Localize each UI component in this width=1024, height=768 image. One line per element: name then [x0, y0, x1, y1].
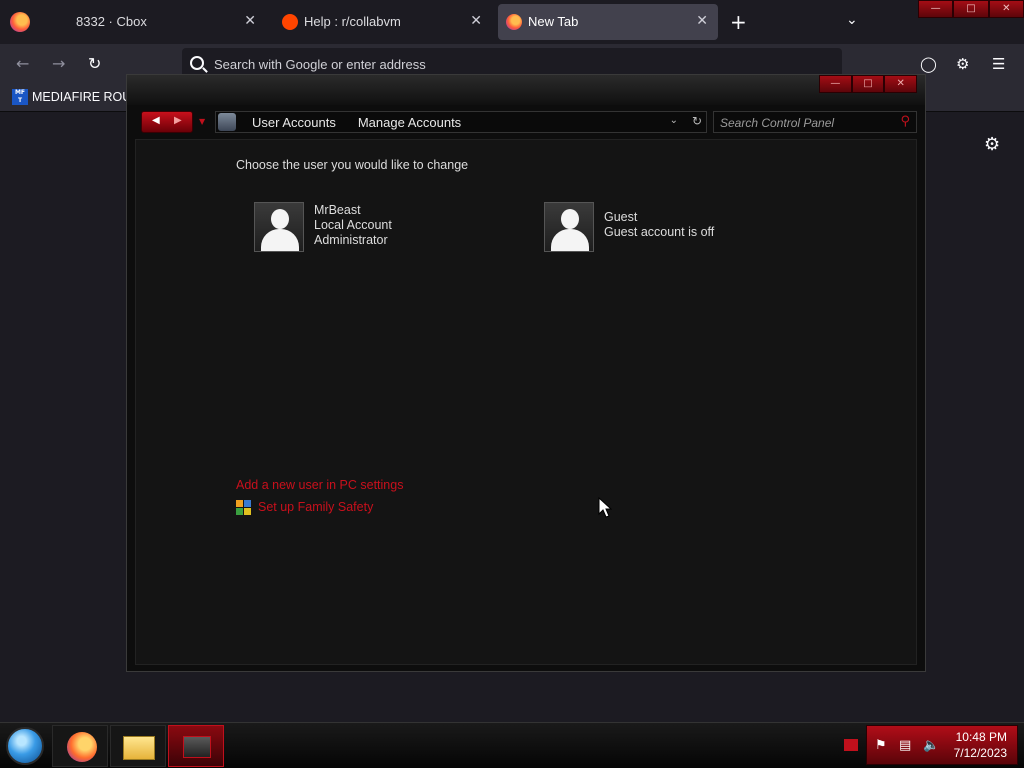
refresh-icon[interactable]: ↻	[692, 114, 702, 128]
account-tile-mrbeast[interactable]: MrBeast Local Account Administrator	[254, 202, 392, 252]
volume-icon[interactable]: 🔈	[923, 738, 939, 753]
account-tile-guest[interactable]: Guest Guest account is off	[544, 202, 714, 252]
user-accounts-icon	[218, 113, 236, 131]
maximize-button[interactable]: □	[851, 75, 885, 93]
tab-label: 8332 · Cbox	[76, 14, 147, 29]
back-forward-buttons: ◀ ▶	[141, 111, 193, 133]
chevron-down-icon[interactable]: ⌄	[670, 115, 678, 126]
close-icon[interactable]: ✕	[696, 13, 708, 29]
family-safety-icon	[236, 500, 252, 516]
extensions-icon[interactable]: ⚙	[956, 55, 969, 73]
firefox-menu-icon[interactable]	[10, 12, 30, 32]
window-titlebar[interactable]: — □ ✕	[127, 75, 925, 105]
tab-label: Help : r/collabvm	[304, 14, 401, 29]
window-controls: — □ ✕	[819, 75, 918, 93]
new-tab-button[interactable]: +	[730, 10, 747, 34]
system-tray: ⚑ ▤ 🔈 10:48 PM 7/12/2023	[866, 725, 1018, 765]
account-details: Guest Guest account is off	[604, 210, 714, 252]
forward-arrow-icon[interactable]: →	[52, 54, 65, 73]
breadcrumb-user-accounts[interactable]: User Accounts	[252, 115, 336, 130]
firefox-icon	[506, 14, 522, 30]
back-arrow-icon[interactable]: ◀	[152, 115, 160, 126]
reload-icon[interactable]: ↻	[88, 54, 101, 73]
control-panel-window: — □ ✕ ◀ ▶ ▼ User Accounts Manage Account…	[126, 74, 926, 672]
network-icon[interactable]: ▤	[899, 738, 911, 753]
taskbar-control-panel[interactable]	[168, 725, 224, 767]
account-name: Guest	[604, 210, 638, 224]
clock-date: 7/12/2023	[953, 746, 1007, 760]
close-icon[interactable]: ✕	[470, 13, 482, 29]
taskbar: ⚑ ▤ 🔈 10:48 PM 7/12/2023	[0, 722, 1024, 768]
breadcrumb[interactable]: User Accounts Manage Accounts ⌄ ↻	[215, 111, 707, 133]
account-type: Local Account	[314, 218, 392, 232]
account-status: Guest account is off	[604, 225, 715, 239]
back-arrow-icon[interactable]: ←	[16, 54, 29, 73]
tab-label: New Tab	[528, 14, 579, 29]
mouse-cursor-icon	[598, 497, 612, 518]
notification-icon[interactable]	[844, 739, 858, 751]
search-input[interactable]	[720, 115, 890, 131]
minimize-button[interactable]: —	[819, 75, 852, 93]
firefox-icon	[67, 732, 97, 762]
page-heading: Choose the user you would like to change	[236, 158, 469, 172]
pocket-icon[interactable]: ◯	[920, 55, 937, 73]
control-panel-icon	[183, 736, 211, 758]
gear-icon[interactable]: ⚙	[984, 134, 1000, 155]
maximize-button[interactable]: □	[953, 0, 989, 18]
url-input[interactable]	[214, 52, 814, 76]
taskbar-file-explorer[interactable]	[110, 725, 166, 767]
search-icon[interactable]: ⚲	[900, 114, 910, 129]
tab-collabvm[interactable]: Help : r/collabvm ✕	[274, 4, 492, 40]
tab-new-tab[interactable]: New Tab ✕	[498, 4, 718, 40]
folder-icon	[123, 736, 155, 760]
clock-time: 10:48 PM	[955, 730, 1007, 744]
hamburger-menu-icon[interactable]: ☰	[992, 55, 1005, 73]
add-user-link[interactable]: Add a new user in PC settings	[236, 478, 403, 492]
family-safety-link[interactable]: Set up Family Safety	[258, 500, 373, 514]
start-button[interactable]	[6, 727, 44, 765]
close-icon[interactable]: ✕	[244, 13, 256, 29]
bookmark-mediafire[interactable]: MF T MEDIAFIRE ROULI	[12, 89, 142, 105]
user-avatar-icon	[544, 202, 594, 252]
taskbar-firefox[interactable]	[52, 725, 108, 767]
search-icon	[190, 56, 204, 70]
account-details: MrBeast Local Account Administrator	[314, 203, 392, 252]
reddit-icon	[282, 14, 298, 30]
close-button[interactable]: ✕	[884, 75, 918, 93]
user-avatar-icon	[254, 202, 304, 252]
minimize-button[interactable]: —	[918, 0, 954, 18]
control-panel-search[interactable]: ⚲	[713, 111, 917, 133]
breadcrumb-manage-accounts[interactable]: Manage Accounts	[358, 115, 461, 130]
window-controls: — □ ✕	[918, 0, 1024, 18]
mediafire-icon: MF T	[12, 89, 28, 105]
forward-arrow-icon[interactable]: ▶	[174, 115, 182, 126]
account-role: Administrator	[314, 233, 388, 247]
tab-cbox[interactable]: 8332 · Cbox ✕	[44, 4, 266, 40]
recent-pages-dropdown-icon[interactable]: ▼	[199, 117, 205, 126]
chevron-down-icon[interactable]: ⌄	[846, 12, 858, 28]
account-name: MrBeast	[314, 203, 361, 217]
clock[interactable]: 10:48 PM 7/12/2023	[954, 729, 1007, 761]
close-button[interactable]: ✕	[988, 0, 1024, 18]
content-area: Choose the user you would like to change…	[135, 139, 917, 665]
action-center-flag-icon[interactable]: ⚑	[875, 738, 887, 753]
browser-tab-strip: 8332 · Cbox ✕ Help : r/collabvm ✕ New Ta…	[0, 0, 1024, 44]
